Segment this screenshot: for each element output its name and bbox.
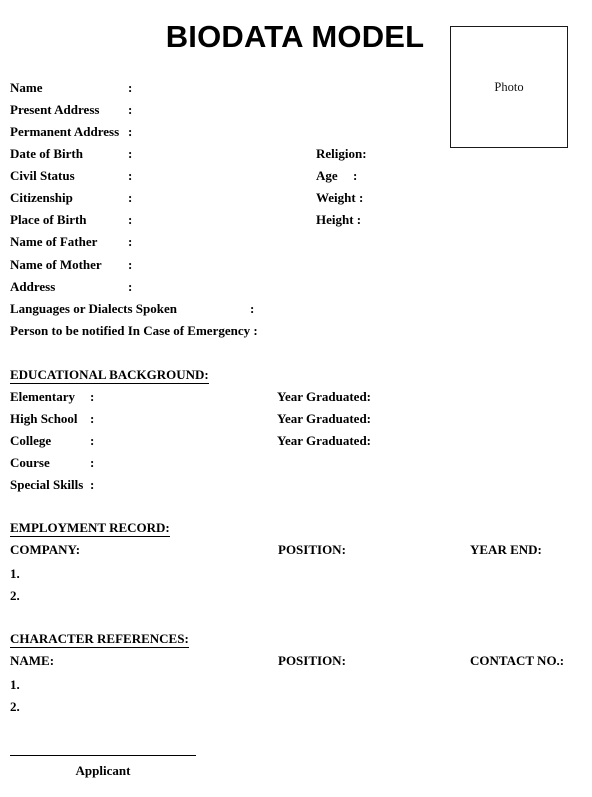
field-colon-citizenship: : [128, 190, 133, 205]
field-label-place-of-birth: Place of Birth [10, 212, 87, 227]
field-colon-name: : [128, 80, 133, 95]
field-label-year-graduated-college: Year Graduated: [277, 433, 372, 448]
field-colon-address: : [128, 279, 133, 294]
employment-row-number-1: 1. [10, 566, 20, 581]
field-colon-college: : [90, 433, 95, 448]
field-colon-civil-status: : [128, 168, 133, 183]
photo-placeholder-box[interactable]: Photo [450, 26, 568, 148]
field-label-weight: Weight : [316, 190, 364, 205]
field-label-name-of-mother: Name of Mother [10, 257, 102, 272]
field-colon-languages-spoken: : [250, 301, 255, 316]
field-label-languages-spoken: Languages or Dialects Spoken [10, 301, 177, 316]
reference-row-number-1: 1. [10, 677, 20, 692]
column-header-reference-position: POSITION: [278, 653, 346, 668]
field-colon-special-skills: : [90, 477, 95, 492]
field-colon-present-address: : [128, 102, 133, 117]
biodata-form-page: BIODATA MODEL Photo Name : Present Addre… [0, 0, 592, 797]
field-label-permanent-address: Permanent Address [10, 124, 120, 139]
column-header-company: COMPANY: [10, 542, 81, 557]
column-header-position: POSITION: [278, 542, 346, 557]
reference-row-number-2: 2. [10, 699, 20, 714]
field-colon-name-of-father: : [128, 234, 133, 249]
section-heading-employment-record: EMPLOYMENT RECORD: [10, 520, 170, 537]
employment-row-number-2: 2. [10, 588, 20, 603]
applicant-label: Applicant [75, 763, 131, 778]
field-label-age: Age [316, 168, 338, 183]
field-label-elementary: Elementary [10, 389, 75, 404]
field-label-religion: Religion: [316, 146, 367, 161]
column-header-reference-name: NAME: [10, 653, 55, 668]
field-colon-high-school: : [90, 411, 95, 426]
field-colon-elementary: : [90, 389, 95, 404]
field-label-year-graduated-elementary: Year Graduated: [277, 389, 372, 404]
field-label-emergency-contact: Person to be notified In Case of Emergen… [10, 323, 258, 338]
field-label-address: Address [10, 279, 56, 294]
field-colon-age: : [353, 168, 358, 183]
section-heading-character-references: CHARACTER REFERENCES: [10, 631, 189, 648]
field-colon-permanent-address: : [128, 124, 133, 139]
page-title: BIODATA MODEL [165, 19, 425, 54]
column-header-year-end: YEAR END: [470, 542, 542, 557]
column-header-contact-no: CONTACT NO.: [470, 653, 565, 668]
field-label-college: College [10, 433, 52, 448]
section-heading-educational-background: EDUCATIONAL BACKGROUND: [10, 367, 209, 384]
field-colon-place-of-birth: : [128, 212, 133, 227]
field-label-citizenship: Citizenship [10, 190, 73, 205]
field-label-height: Height : [316, 212, 362, 227]
field-label-name: Name [10, 80, 43, 95]
field-label-year-graduated-high-school: Year Graduated: [277, 411, 372, 426]
signature-line [10, 755, 196, 756]
field-label-present-address: Present Address [10, 102, 100, 117]
field-label-course: Course [10, 455, 50, 470]
field-label-civil-status: Civil Status [10, 168, 75, 183]
field-label-special-skills: Special Skills [10, 477, 84, 492]
field-colon-name-of-mother: : [128, 257, 133, 272]
field-colon-date-of-birth: : [128, 146, 133, 161]
field-label-name-of-father: Name of Father [10, 234, 98, 249]
photo-placeholder-label: Photo [494, 79, 524, 94]
field-label-high-school: High School [10, 411, 78, 426]
field-label-date-of-birth: Date of Birth [10, 146, 83, 161]
field-colon-course: : [90, 455, 95, 470]
